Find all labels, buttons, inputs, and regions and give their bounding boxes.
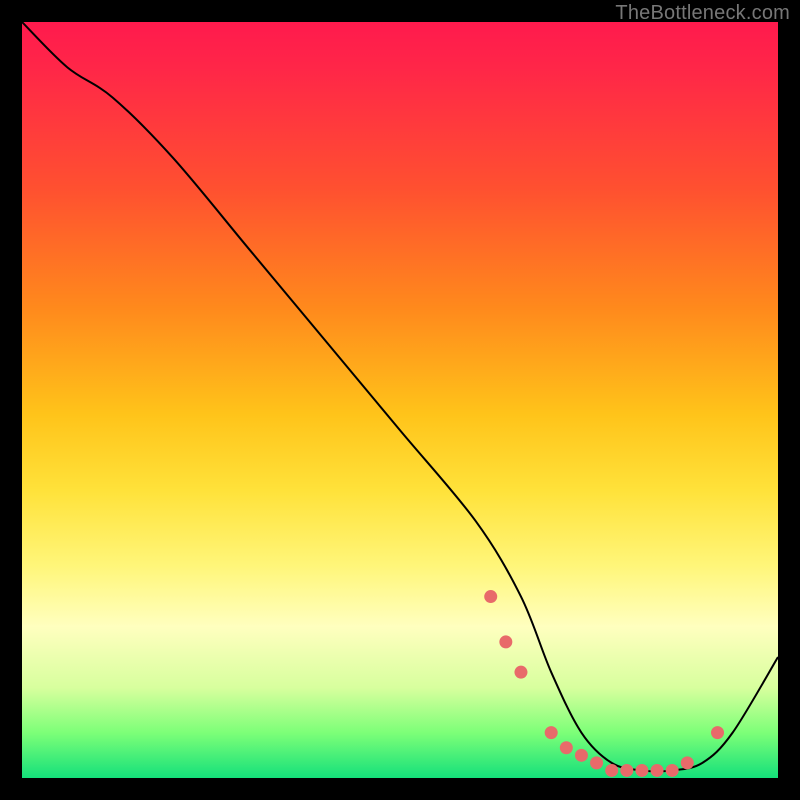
highlight-dot [666,764,679,777]
highlight-dot [545,726,558,739]
bottleneck-curve [22,22,778,771]
highlight-dot [575,749,588,762]
highlight-dot [620,764,633,777]
chart-frame: TheBottleneck.com [0,0,800,800]
highlight-dot [711,726,724,739]
highlight-dot [635,764,648,777]
plot-area [22,22,778,778]
highlight-dot [499,635,512,648]
highlight-dot [681,756,694,769]
highlight-dot [651,764,664,777]
highlight-dot [560,741,573,754]
highlight-dot [514,666,527,679]
highlight-dot [484,590,497,603]
highlight-dots-group [484,590,724,777]
highlight-dot [590,756,603,769]
highlight-dot [605,764,618,777]
curve-svg [22,22,778,778]
